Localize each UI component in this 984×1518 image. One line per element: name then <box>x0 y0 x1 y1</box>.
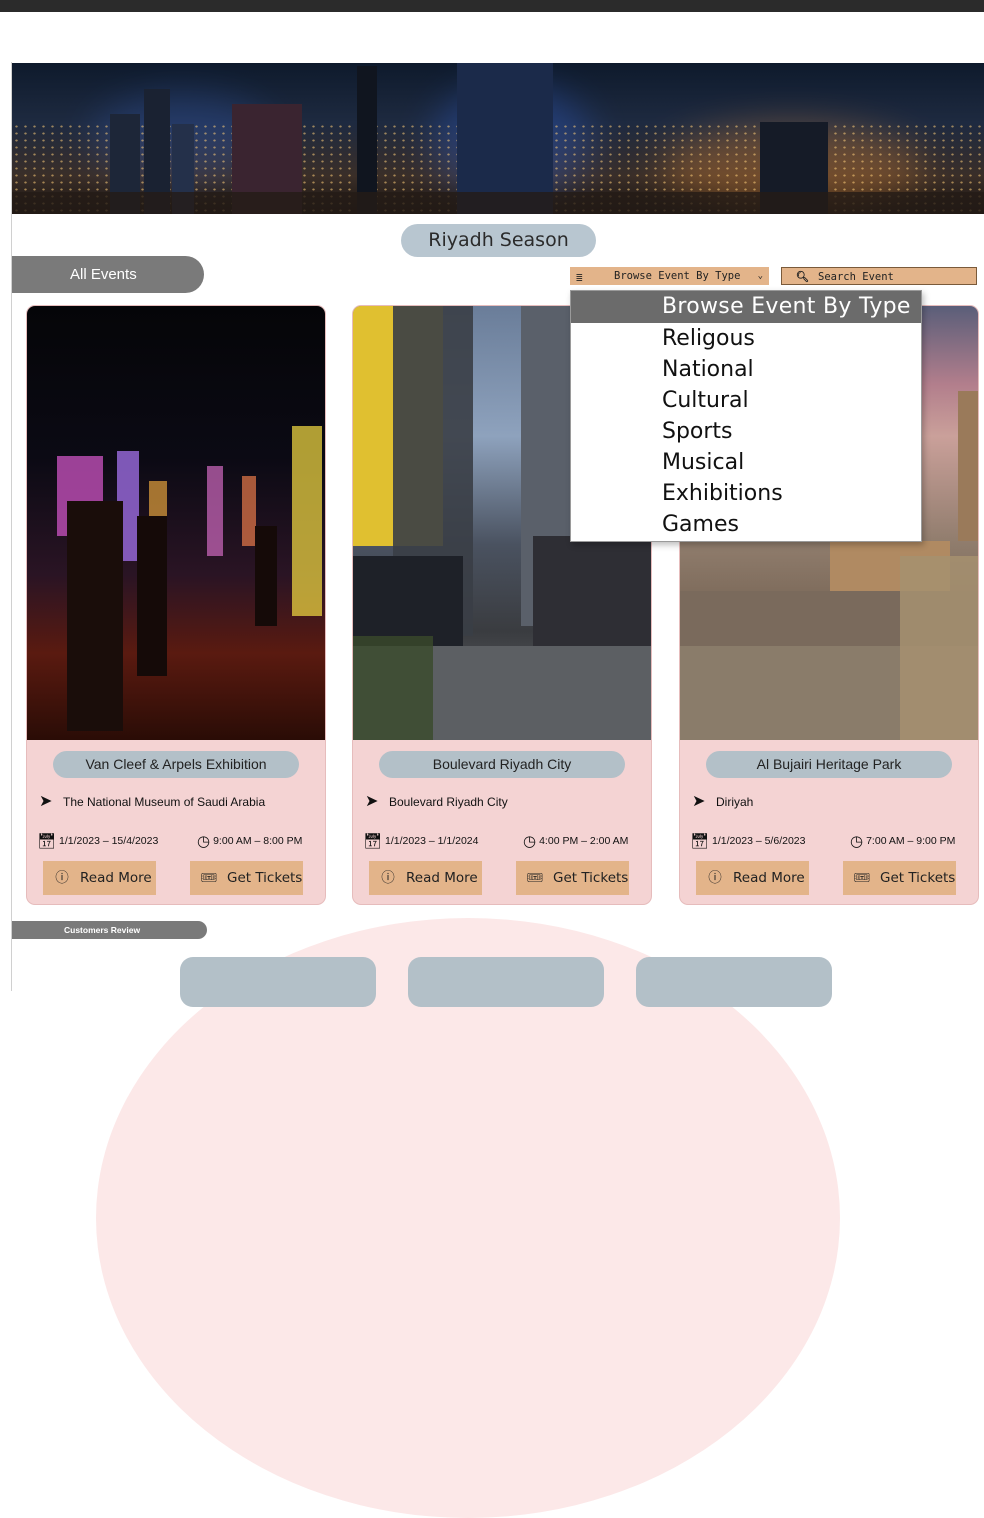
get-tickets-button[interactable]: 🎟︎ Get Tickets <box>516 861 629 895</box>
clock-icon: ◷ <box>850 833 864 850</box>
event-dates-text: 1/1/2023 – 5/6/2023 <box>712 835 806 847</box>
hero-banner-image <box>12 63 984 214</box>
dropdown-option-games[interactable]: Games <box>571 509 921 540</box>
dropdown-option-exhibitions[interactable]: Exhibitions <box>571 478 921 509</box>
event-location: ➤ Boulevard Riyadh City <box>365 792 508 812</box>
calendar-check-icon: 📅︎ <box>37 833 57 850</box>
event-dates-text: 1/1/2023 – 15/4/2023 <box>59 835 159 847</box>
info-circle-icon: ⓘ <box>708 870 722 886</box>
event-card: Van Cleef & Arpels Exhibition ➤ The Natio… <box>27 306 325 904</box>
dropdown-option-musical[interactable]: Musical <box>571 447 921 478</box>
event-time: ◷ 7:00 AM – 9:00 PM <box>850 831 955 851</box>
ticket-icon: 🎟︎ <box>853 870 871 886</box>
get-tickets-button[interactable]: 🎟︎ Get Tickets <box>843 861 956 895</box>
event-time: ◷ 9:00 AM – 8:00 PM <box>197 831 302 851</box>
event-dates: 📅︎ 1/1/2023 – 15/4/2023 <box>37 831 158 851</box>
chevron-down-icon: ⌄ <box>757 271 763 281</box>
event-location-text: Boulevard Riyadh City <box>389 795 508 809</box>
calendar-check-icon: 📅︎ <box>690 833 710 850</box>
all-events-tab[interactable]: All Events <box>12 256 204 293</box>
event-type-dropdown[interactable]: Browse Event By Type Religous National C… <box>570 290 922 542</box>
search-event-input[interactable]: 🔍︎ Search Event <box>781 267 977 285</box>
list-icon: ≣ <box>576 271 583 284</box>
event-name: Van Cleef & Arpels Exhibition <box>53 751 299 778</box>
dropdown-option-cultural[interactable]: Cultural <box>571 385 921 416</box>
read-more-label: Read More <box>733 870 805 886</box>
event-time-text: 4:00 PM – 2:00 AM <box>539 835 629 847</box>
event-dates: 📅︎ 1/1/2023 – 1/1/2024 <box>363 831 478 851</box>
read-more-button[interactable]: ⓘ Read More <box>369 861 482 895</box>
event-photo <box>27 306 325 740</box>
review-card <box>636 957 832 1007</box>
read-more-button[interactable]: ⓘ Read More <box>696 861 809 895</box>
reviews-background-arc <box>96 918 840 1518</box>
clock-icon: ◷ <box>197 833 211 850</box>
clock-icon: ◷ <box>523 833 537 850</box>
browse-select-label: Browse Event By Type <box>614 270 741 282</box>
event-name: Boulevard Riyadh City <box>379 751 625 778</box>
browse-event-type-select[interactable]: ≣ Browse Event By Type ⌄ <box>570 267 769 285</box>
search-placeholder: Search Event <box>818 271 894 283</box>
dropdown-option-browse[interactable]: Browse Event By Type <box>571 291 921 323</box>
event-time-text: 9:00 AM – 8:00 PM <box>213 835 303 847</box>
calendar-check-icon: 📅︎ <box>363 833 383 850</box>
event-location: ➤ The National Museum of Saudi Arabia <box>39 792 265 812</box>
info-circle-icon: ⓘ <box>381 870 395 886</box>
browser-top-bar <box>0 0 984 12</box>
dropdown-option-sports[interactable]: Sports <box>571 416 921 447</box>
navigation-arrow-icon: ➤ <box>365 793 379 810</box>
site-title: Riyadh Season <box>401 224 596 257</box>
ticket-icon: 🎟︎ <box>200 870 218 886</box>
info-circle-icon: ⓘ <box>55 870 69 886</box>
review-card <box>180 957 376 1007</box>
get-tickets-label: Get Tickets <box>227 870 303 886</box>
navigation-arrow-icon: ➤ <box>39 793 53 810</box>
event-location-text: The National Museum of Saudi Arabia <box>63 795 266 809</box>
get-tickets-label: Get Tickets <box>880 870 956 886</box>
read-more-label: Read More <box>80 870 152 886</box>
search-icon: 🔍︎ <box>796 271 810 283</box>
dropdown-option-religous[interactable]: Religous <box>571 323 921 354</box>
ticket-icon: 🎟︎ <box>526 870 544 886</box>
get-tickets-label: Get Tickets <box>553 870 629 886</box>
navigation-arrow-icon: ➤ <box>692 793 706 810</box>
event-location: ➤ Diriyah <box>692 792 753 812</box>
read-more-label: Read More <box>406 870 478 886</box>
read-more-button[interactable]: ⓘ Read More <box>43 861 156 895</box>
event-location-text: Diriyah <box>716 795 754 809</box>
event-dates: 📅︎ 1/1/2023 – 5/6/2023 <box>690 831 805 851</box>
event-name: Al Bujairi Heritage Park <box>706 751 952 778</box>
review-card <box>408 957 604 1007</box>
event-dates-text: 1/1/2023 – 1/1/2024 <box>385 835 479 847</box>
event-time-text: 7:00 AM – 9:00 PM <box>866 835 956 847</box>
customers-review-label: Customers Review <box>12 921 207 939</box>
dropdown-option-national[interactable]: National <box>571 354 921 385</box>
get-tickets-button[interactable]: 🎟︎ Get Tickets <box>190 861 303 895</box>
event-time: ◷ 4:00 PM – 2:00 AM <box>523 831 628 851</box>
